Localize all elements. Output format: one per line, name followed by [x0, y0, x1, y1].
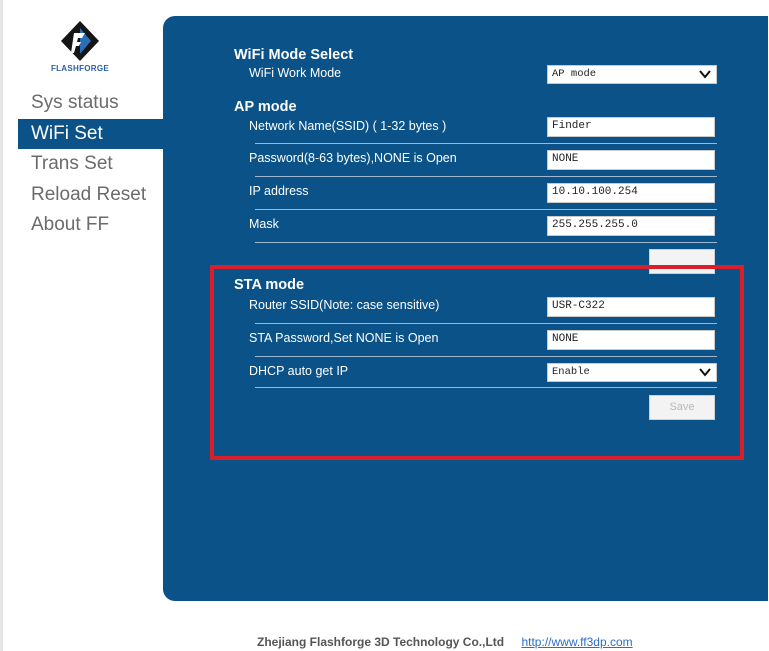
- sidebar-item-sys-status[interactable]: Sys status: [18, 88, 163, 119]
- sidebar-menu: Sys status WiFi Set Trans Set Reload Res…: [18, 88, 163, 241]
- ap-password-label: Password(8-63 bytes),NONE is Open: [249, 151, 457, 165]
- sidebar-item-about-ff[interactable]: About FF: [18, 210, 163, 241]
- wifi-mode-title: WiFi Mode Select: [234, 47, 354, 63]
- ap-ssid-input[interactable]: Finder: [547, 117, 715, 137]
- left-border: [0, 0, 3, 651]
- flashforge-logo: FLASHFORGE: [44, 20, 116, 73]
- ap-password-input[interactable]: NONE: [547, 150, 715, 170]
- ap-mask-label: Mask: [249, 217, 279, 231]
- footer-link[interactable]: http://www.ff3dp.com: [521, 635, 632, 649]
- ap-ip-input[interactable]: 10.10.100.254: [547, 183, 715, 203]
- wifi-work-mode-select[interactable]: AP mode: [547, 65, 717, 84]
- footer-company: Zhejiang Flashforge 3D Technology Co.,Lt…: [257, 635, 505, 649]
- divider: [255, 143, 717, 144]
- divider: [255, 209, 717, 210]
- logo-text: FLASHFORGE: [50, 64, 110, 73]
- sidebar-item-reload-reset[interactable]: Reload Reset: [18, 180, 163, 211]
- chevron-down-icon: [699, 70, 711, 79]
- footer: Zhejiang Flashforge 3D Technology Co.,Lt…: [257, 635, 633, 649]
- wifi-work-mode-label: WiFi Work Mode: [249, 66, 342, 80]
- sidebar-item-wifi-set[interactable]: WiFi Set: [18, 118, 163, 149]
- sta-mode-highlight-box: [210, 265, 744, 460]
- ap-ip-label: IP address: [249, 184, 309, 198]
- ap-ssid-label: Network Name(SSID) ( 1-32 bytes ): [249, 119, 447, 133]
- divider: [255, 176, 717, 177]
- divider: [255, 242, 717, 243]
- sidebar-item-trans-set[interactable]: Trans Set: [18, 149, 163, 180]
- wifi-work-mode-value: AP mode: [552, 68, 597, 80]
- flashforge-logo-icon: [61, 21, 99, 61]
- ap-mask-input[interactable]: 255.255.255.0: [547, 216, 715, 236]
- ap-mode-title: AP mode: [234, 99, 297, 115]
